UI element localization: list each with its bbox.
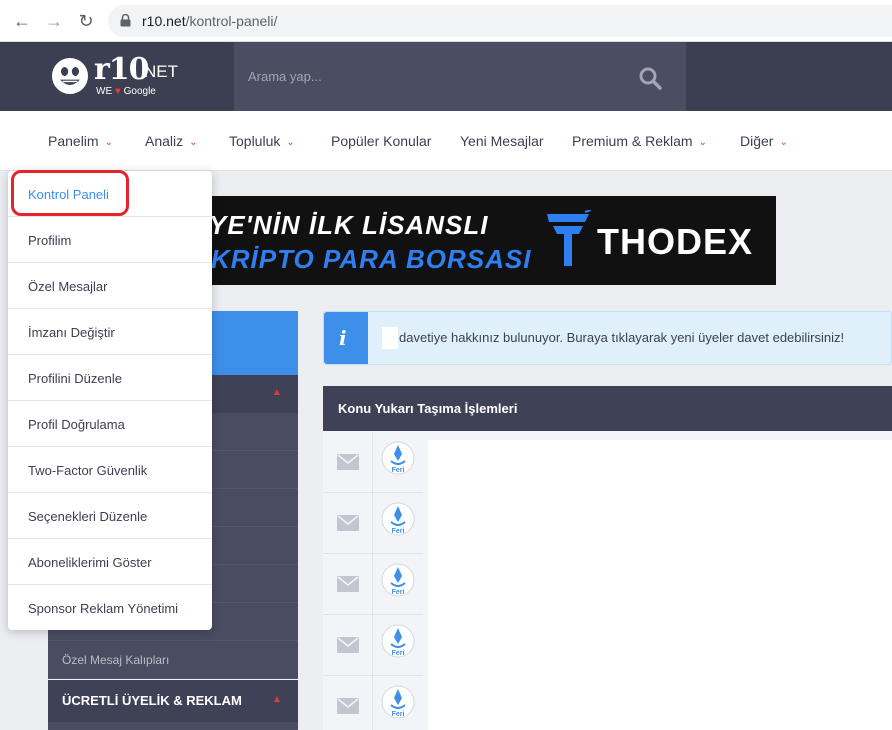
user-avatar-icon[interactable]: Feri bbox=[381, 563, 415, 603]
nav-item-label: Diğer bbox=[740, 133, 774, 149]
address-bar[interactable]: r10.net/kontrol-paneli/ bbox=[108, 5, 892, 37]
user-avatar-icon[interactable]: Feri bbox=[381, 624, 415, 664]
nav-item-label: Panelim bbox=[48, 133, 99, 149]
chevron-down-icon: ⌄ bbox=[104, 137, 113, 148]
chevron-up-icon: ▲ bbox=[272, 387, 282, 398]
panelim-dropdown-menu: Kontrol Paneli Profilim Özel Mesajlar İmzan… bbox=[8, 171, 212, 630]
envelope-icon bbox=[337, 576, 359, 592]
panel-header: Konu Yukarı Taşıma İşlemleri bbox=[323, 386, 892, 431]
heart-icon: ♥ bbox=[114, 86, 121, 97]
info-icon: i bbox=[339, 326, 347, 350]
chevron-down-icon: ⌄ bbox=[286, 137, 295, 148]
back-arrow-icon[interactable]: ← bbox=[12, 11, 32, 31]
nav-item-diger[interactable]: Diğer ⌄ bbox=[740, 133, 788, 149]
user-avatar-icon[interactable]: Feri bbox=[381, 502, 415, 542]
alert-text: davetiye hakkınız bulunuyor. Buraya tıkl… bbox=[399, 330, 845, 345]
dropdown-item[interactable]: Özel Mesajlar bbox=[8, 263, 212, 309]
dropdown-item[interactable]: Profil Doğrulama bbox=[8, 401, 212, 447]
row-divider bbox=[372, 615, 373, 675]
user-avatar-icon[interactable]: Feri bbox=[381, 685, 415, 725]
browser-toolbar: ← → ↻ r10.net/kontrol-paneli/ bbox=[0, 0, 892, 42]
avatar-label: Feri bbox=[392, 650, 405, 657]
dropdown-item[interactable]: Profilim bbox=[8, 217, 212, 263]
lock-icon bbox=[120, 14, 131, 27]
dropdown-item[interactable]: Two-Factor Güvenlik bbox=[8, 447, 212, 493]
envelope-icon bbox=[337, 637, 359, 653]
logo-tag-we: WE bbox=[96, 86, 113, 97]
search-input[interactable] bbox=[248, 66, 608, 86]
annotation-highlight bbox=[11, 170, 129, 216]
row-divider bbox=[372, 554, 373, 614]
main-navigation: Panelim ⌄ Analiz ⌄ Topluluk ⌄ Popüler Konul… bbox=[0, 111, 892, 171]
user-avatar-icon[interactable]: Feri bbox=[381, 441, 415, 481]
dropdown-item[interactable]: İmzanı Değiştir bbox=[8, 309, 212, 355]
sidebar-item-ozel-mesaj-kaliplari[interactable]: Özel Mesaj Kalıpları bbox=[48, 641, 298, 679]
url-domain: r10.net bbox=[142, 13, 186, 29]
panel-title: Konu Yukarı Taşıma İşlemleri bbox=[338, 401, 518, 416]
logo-wordmark: r10 bbox=[94, 52, 150, 87]
invite-count-redacted bbox=[382, 327, 398, 349]
chevron-up-icon: ▲ bbox=[272, 694, 282, 705]
nav-item-topluluk[interactable]: Topluluk ⌄ bbox=[229, 133, 295, 149]
nav-item-yeni-mesajlar[interactable]: Yeni Mesajlar bbox=[460, 133, 544, 149]
topic-row[interactable]: Feri bbox=[323, 615, 423, 676]
nav-item-label: Premium & Reklam bbox=[572, 133, 693, 149]
site-header: r10 NET WE ♥ Google bbox=[0, 42, 892, 111]
sidebar-item-label: Özel Mesaj Kalıpları bbox=[62, 653, 170, 667]
envelope-icon bbox=[337, 698, 359, 714]
banner-headline: YE'NİN İLK LİSANSLI bbox=[209, 210, 489, 240]
avatar-label: Feri bbox=[392, 467, 405, 474]
mascot-logo-icon bbox=[50, 56, 90, 96]
nav-item-label: Analiz bbox=[145, 133, 184, 149]
reload-icon[interactable]: ↻ bbox=[76, 11, 96, 31]
topic-row[interactable]: Feri bbox=[323, 493, 423, 554]
thodex-logo-icon bbox=[547, 210, 591, 266]
dropdown-item[interactable]: Seçenekleri Düzenle bbox=[8, 493, 212, 539]
chevron-down-icon: ⌄ bbox=[698, 137, 707, 148]
topic-row[interactable]: Feri bbox=[323, 554, 423, 615]
site-logo[interactable]: r10 NET WE ♥ Google bbox=[48, 48, 188, 104]
logo-tag-google: Google bbox=[123, 86, 156, 97]
row-divider bbox=[372, 493, 373, 553]
dropdown-item[interactable]: Profilini Düzenle bbox=[8, 355, 212, 401]
nav-item-panelim[interactable]: Panelim ⌄ bbox=[48, 133, 113, 149]
logo-suffix: NET bbox=[144, 62, 178, 81]
banner-subheadline: KRİPTO PARA BORSASI bbox=[211, 244, 532, 274]
url-path: /kontrol-paneli/ bbox=[185, 13, 278, 29]
dropdown-item[interactable]: Aboneliklerimi Göster bbox=[8, 539, 212, 585]
chevron-down-icon: ⌄ bbox=[189, 137, 198, 148]
row-divider bbox=[372, 676, 373, 730]
sidebar-section-label: ÜCRETLİ ÜYELİK & REKLAM bbox=[62, 693, 242, 708]
avatar-label: Feri bbox=[392, 589, 405, 596]
envelope-icon bbox=[337, 515, 359, 531]
nav-item-label: Topluluk bbox=[229, 133, 281, 149]
invite-info-alert[interactable]: i davetiye hakkınız bulunuyor. Buraya tı… bbox=[323, 311, 892, 365]
search-icon[interactable] bbox=[638, 66, 662, 90]
nav-item-label: Yeni Mesajlar bbox=[460, 133, 544, 149]
nav-item-label: Popüler Konular bbox=[331, 133, 432, 149]
search-box bbox=[234, 42, 686, 111]
alert-icon-box: i bbox=[324, 312, 368, 364]
avatar-label: Feri bbox=[392, 711, 405, 718]
avatar-label: Feri bbox=[392, 528, 405, 535]
topic-row[interactable]: Feri bbox=[323, 432, 423, 493]
url-text: r10.net/kontrol-paneli/ bbox=[142, 13, 277, 29]
topic-row[interactable]: Feri bbox=[323, 676, 423, 730]
dropdown-item[interactable]: Sponsor Reklam Yönetimi bbox=[8, 585, 212, 631]
banner-brand: THODEX bbox=[597, 221, 754, 262]
nav-item-analiz[interactable]: Analiz ⌄ bbox=[145, 133, 198, 149]
chevron-down-icon: ⌄ bbox=[779, 137, 788, 148]
forward-arrow-icon[interactable]: → bbox=[44, 11, 64, 31]
envelope-icon bbox=[337, 454, 359, 470]
sidebar-section-paid-membership[interactable]: ÜCRETLİ ÜYELİK & REKLAM ▲ bbox=[48, 680, 298, 722]
panel-content-area bbox=[428, 440, 892, 730]
row-divider bbox=[372, 432, 373, 492]
sidebar-sub-item bbox=[48, 722, 298, 730]
advertisement-banner[interactable]: YE'NİN İLK LİSANSLI KRİPTO PARA BORSASI … bbox=[185, 196, 776, 285]
nav-item-populer-konular[interactable]: Popüler Konular bbox=[331, 133, 431, 149]
logo-tagline: WE ♥ Google bbox=[96, 86, 156, 97]
nav-item-premium-reklam[interactable]: Premium & Reklam ⌄ bbox=[572, 133, 707, 149]
